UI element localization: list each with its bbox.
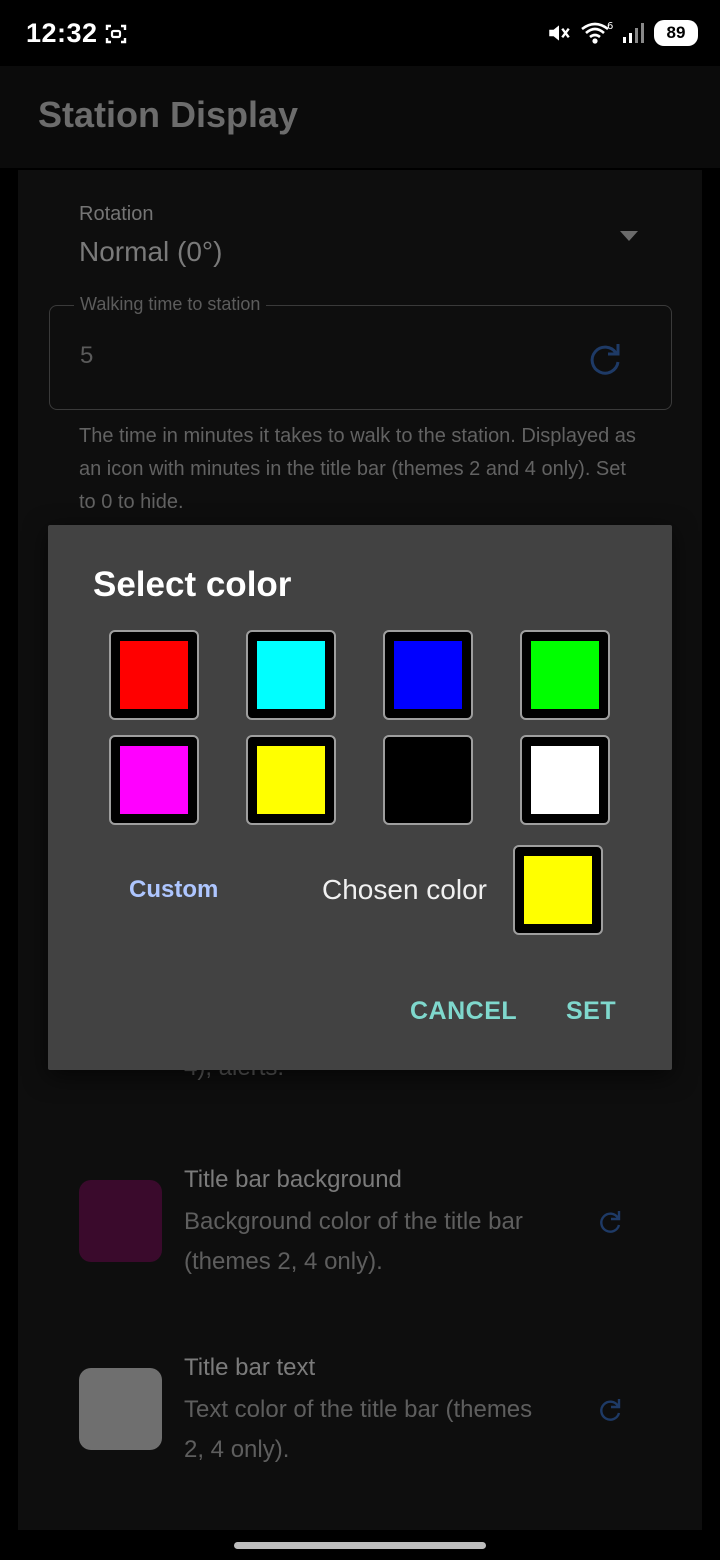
rotation-dropdown[interactable]: Normal (0°) <box>79 236 222 268</box>
dialog-title: Select color <box>93 565 292 604</box>
setting-description: Text color of the title bar (themes 2, 4… <box>184 1396 533 1463</box>
swatch-cyan[interactable] <box>246 630 336 720</box>
select-color-dialog: Select color Custom Chosen color CANCEL … <box>48 525 672 1070</box>
setting-title-bar-text[interactable]: Title bar text Text color of the title b… <box>18 1354 702 1488</box>
walking-time-field[interactable]: Walking time to station 5 <box>49 294 672 410</box>
swatch-green[interactable] <box>520 630 610 720</box>
chosen-color-label: Chosen color <box>322 874 487 905</box>
reset-icon[interactable] <box>585 338 625 378</box>
walking-time-input[interactable]: 5 <box>80 342 93 370</box>
home-indicator[interactable] <box>234 1542 486 1549</box>
status-time: 12:32 <box>26 18 98 48</box>
signal-icon <box>623 23 644 43</box>
swatch-red[interactable] <box>109 630 199 720</box>
setting-title: Title bar text <box>184 1354 316 1381</box>
custom-color-button[interactable]: Custom <box>129 876 218 904</box>
chosen-color-swatch <box>513 845 603 935</box>
color-swatch[interactable] <box>79 1368 162 1450</box>
mute-icon <box>549 25 570 41</box>
setting-title-bar-background[interactable]: Title bar background Background color of… <box>18 1166 702 1300</box>
walking-time-help: The time in minutes it takes to walk to … <box>79 425 636 513</box>
walking-time-label: Walking time to station <box>74 294 267 315</box>
swatch-blue[interactable] <box>383 630 473 720</box>
swatch-black[interactable] <box>383 735 473 825</box>
app-bar: Station Display <box>0 66 720 168</box>
swatch-white[interactable] <box>520 735 610 825</box>
cancel-button[interactable]: CANCEL <box>410 997 517 1026</box>
screen-record-icon <box>105 24 127 44</box>
swatch-yellow[interactable] <box>246 735 336 825</box>
status-bar: 12:32 6 89 <box>0 0 720 66</box>
reset-icon[interactable] <box>596 1208 624 1236</box>
set-button[interactable]: SET <box>566 997 616 1026</box>
network-label: 6 <box>607 21 613 32</box>
wifi-icon: 6 <box>581 21 613 44</box>
page-title: Station Display <box>38 94 299 135</box>
dropdown-arrow-icon[interactable] <box>620 231 638 241</box>
battery-icon: 89 <box>654 20 698 46</box>
setting-title: Title bar background <box>184 1166 402 1193</box>
setting-description: Background color of the title bar (theme… <box>184 1208 523 1275</box>
swatch-magenta[interactable] <box>109 735 199 825</box>
color-swatch[interactable] <box>79 1180 162 1262</box>
rotation-label: Rotation <box>79 203 154 225</box>
reset-icon[interactable] <box>596 1396 624 1424</box>
